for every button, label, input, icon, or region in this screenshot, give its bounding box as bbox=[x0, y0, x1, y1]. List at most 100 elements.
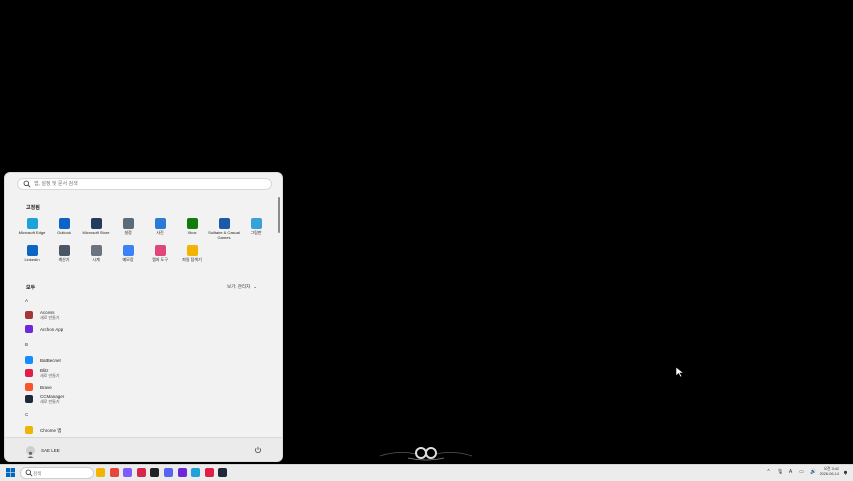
pinned-app-label: 사진 bbox=[156, 230, 164, 235]
mouse-cursor-icon bbox=[675, 366, 685, 378]
app-item-brave[interactable]: Brave bbox=[25, 383, 52, 391]
pinned-app-item[interactable]: Outlook bbox=[48, 217, 80, 244]
start-search-input[interactable] bbox=[34, 179, 264, 189]
pinned-app-item[interactable]: 메모장 bbox=[112, 244, 144, 271]
settings-gear-icon bbox=[122, 218, 134, 229]
user-account-button[interactable]: SAE LEE bbox=[26, 446, 60, 458]
pinned-app-label: Microsoft Store bbox=[82, 230, 110, 235]
wallpaper-logo bbox=[379, 447, 473, 461]
app-red-taskbar-icon[interactable] bbox=[136, 468, 146, 477]
scrollbar-thumb[interactable] bbox=[278, 197, 280, 233]
archon-taskbar-icon[interactable] bbox=[177, 468, 187, 477]
pinned-app-item[interactable]: 파일 탐색기 bbox=[176, 244, 208, 271]
battlenet-icon bbox=[25, 356, 33, 364]
app-item-ccmanager[interactable]: CCManager 새로 만들기 bbox=[25, 394, 64, 404]
file-explorer-icon bbox=[186, 245, 198, 256]
scrollbar-track[interactable] bbox=[278, 197, 280, 437]
app-name: Brave bbox=[40, 384, 52, 390]
keyboard-language-indicator[interactable]: A bbox=[788, 469, 793, 475]
photos-icon bbox=[154, 218, 166, 229]
start-menu-footer: SAE LEE bbox=[5, 437, 282, 461]
pinned-app-item[interactable]: Microsoft Store bbox=[80, 217, 112, 244]
search-icon bbox=[25, 469, 33, 477]
folder-icon bbox=[25, 426, 33, 434]
taskbar: ^ 🎙 A ▭ 🔊 오전 3:42 2026-06-14 bbox=[0, 464, 853, 481]
pinned-app-label: 시계 bbox=[92, 257, 100, 262]
clock-date: 2026-06-14 bbox=[819, 472, 839, 476]
blitz-icon bbox=[25, 369, 33, 377]
file-explorer-taskbar-icon[interactable] bbox=[96, 468, 105, 477]
user-icon bbox=[27, 451, 34, 458]
terminal-taskbar-icon[interactable] bbox=[218, 468, 228, 477]
view-toggle-label: 보기: 관리자 bbox=[227, 284, 251, 289]
archon-icon bbox=[25, 325, 33, 333]
power-icon[interactable] bbox=[254, 446, 262, 454]
start-search-box[interactable] bbox=[17, 178, 272, 190]
notepad-icon bbox=[122, 245, 134, 256]
pinned-app-label: 파일 탐색기 bbox=[182, 257, 202, 262]
pinned-app-label: 캡처 도구 bbox=[152, 257, 168, 262]
letter-header-a[interactable]: A bbox=[25, 298, 28, 303]
avatar bbox=[26, 446, 35, 458]
app-sub-label: 새로 만들기 bbox=[40, 399, 60, 404]
discord-taskbar-icon[interactable] bbox=[163, 468, 173, 477]
pinned-app-label: LinkedIn bbox=[24, 257, 40, 262]
pinned-app-item[interactable]: 캡처 도구 bbox=[144, 244, 176, 271]
copilot-taskbar-icon[interactable] bbox=[123, 468, 133, 477]
brave-icon bbox=[25, 383, 33, 391]
app-name: Chrome 앱 bbox=[40, 427, 62, 433]
solitaire-icon bbox=[218, 218, 230, 229]
pinned-app-item[interactable]: Microsoft Edge bbox=[16, 217, 48, 244]
pinned-app-item[interactable]: Solitaire & Casual Games bbox=[208, 217, 240, 244]
app-item-chrome-apps[interactable]: Chrome 앱 bbox=[25, 426, 61, 434]
pinned-app-label: Xbox bbox=[187, 230, 197, 235]
outlook-icon bbox=[58, 218, 70, 229]
store-icon bbox=[90, 218, 102, 229]
app-name: Archon App bbox=[40, 326, 64, 332]
taskbar-clock[interactable]: 오전 3:42 2026-06-14 bbox=[815, 467, 839, 477]
app-pink-taskbar-icon[interactable] bbox=[204, 468, 214, 477]
pinned-app-item[interactable]: 시계 bbox=[80, 244, 112, 271]
calculator-icon bbox=[58, 245, 70, 256]
pinned-app-label: 메모장 bbox=[122, 257, 134, 262]
taskbar-search-box[interactable] bbox=[20, 467, 94, 479]
pinned-app-item[interactable]: 그림판 bbox=[240, 217, 272, 244]
pinned-app-item[interactable]: 계산기 bbox=[48, 244, 80, 271]
edge-taskbar-icon[interactable] bbox=[191, 468, 201, 477]
microphone-icon[interactable]: 🎙 bbox=[777, 469, 783, 475]
app-item-battlenet[interactable]: BatBecnet bbox=[25, 356, 61, 364]
user-name: SAE LEE bbox=[41, 448, 60, 453]
letter-header-b[interactable]: B bbox=[25, 342, 28, 347]
app-item-blitz[interactable]: Blitz 새로 만들기 bbox=[25, 368, 60, 378]
tray-overflow-chevron-icon[interactable]: ^ bbox=[766, 469, 771, 475]
app-sub-label: 새로 만들기 bbox=[40, 373, 60, 378]
pinned-app-label: Microsoft Edge bbox=[18, 230, 46, 235]
pinned-apps-grid: Microsoft Edge Outlook Microsoft Store 설정 사진… bbox=[16, 217, 272, 267]
pinned-app-item[interactable]: Xbox bbox=[176, 217, 208, 244]
ccmanager-icon bbox=[25, 395, 33, 403]
windows-start-icon[interactable] bbox=[6, 468, 15, 477]
view-toggle-button[interactable]: 보기: 관리자 ⌄ bbox=[227, 284, 257, 290]
pinned-app-label: 그림판 bbox=[250, 230, 262, 235]
app-item-access[interactable]: Access 새로 만들기 bbox=[25, 310, 60, 320]
search-icon bbox=[23, 180, 31, 188]
notification-bell-icon[interactable] bbox=[843, 470, 848, 475]
paint-icon bbox=[250, 218, 262, 229]
chrome-taskbar-icon[interactable] bbox=[109, 468, 119, 477]
pinned-app-label: Outlook bbox=[57, 230, 71, 235]
app-dark-taskbar-icon[interactable] bbox=[150, 468, 160, 477]
display-icon[interactable]: ▭ bbox=[799, 469, 804, 475]
pinned-app-label: 설정 bbox=[124, 230, 132, 235]
pinned-app-item[interactable]: 설정 bbox=[112, 217, 144, 244]
app-item-archon[interactable]: Archon App bbox=[25, 325, 63, 333]
clock-icon bbox=[90, 245, 102, 256]
pinned-app-item[interactable]: LinkedIn bbox=[16, 244, 48, 271]
taskbar-search-input[interactable] bbox=[33, 468, 89, 478]
pinned-app-item[interactable]: 사진 bbox=[144, 217, 176, 244]
pinned-app-label: 계산기 bbox=[58, 257, 70, 262]
xbox-icon bbox=[186, 218, 198, 229]
all-apps-title: 모두 bbox=[26, 285, 36, 291]
taskbar-app-list bbox=[96, 468, 228, 477]
letter-header-c[interactable]: C bbox=[25, 412, 28, 417]
edge-icon bbox=[26, 218, 38, 229]
